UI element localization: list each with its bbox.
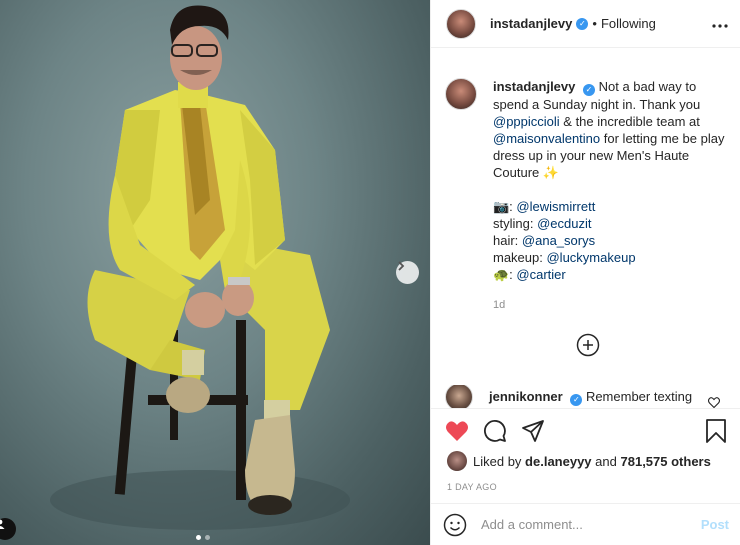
credit-handle-link[interactable]: @ana_sorys	[522, 233, 595, 248]
author-username[interactable]: instadanjlevy	[490, 16, 572, 31]
caption-time[interactable]: 1d	[493, 297, 729, 314]
carousel-dot	[205, 535, 210, 540]
likes-count[interactable]: 781,575 others	[621, 454, 711, 469]
heart-outline-icon	[707, 397, 721, 409]
commenter-username[interactable]: jennikonner	[489, 389, 563, 404]
heart-filled-icon	[446, 421, 468, 441]
credit-handle-link[interactable]: @ecduzit	[537, 216, 591, 231]
person-icon	[0, 519, 5, 529]
more-options-button[interactable]	[712, 15, 728, 33]
comment-icon	[484, 420, 506, 442]
separator-dot: •	[592, 16, 597, 31]
plus-circle-icon	[576, 333, 600, 357]
bookmark-icon	[706, 419, 726, 443]
caption-username[interactable]: instadanjlevy	[493, 79, 575, 94]
chevron-right-icon	[398, 261, 405, 271]
photo-credits: 📷: @lewismirrett styling: @ecduzit hair: @…	[493, 198, 729, 283]
comment-input[interactable]	[481, 517, 701, 532]
credit-line: makeup: @luckymakeup	[493, 249, 729, 266]
author-avatar[interactable]	[446, 8, 476, 39]
caption-author-avatar[interactable]	[445, 78, 477, 110]
next-slide-button[interactable]	[396, 261, 419, 284]
credit-label: 🐢:	[493, 267, 517, 282]
liker-avatar[interactable]	[447, 451, 467, 471]
credit-line: hair: @ana_sorys	[493, 232, 729, 249]
credit-line: styling: @ecduzit	[493, 215, 729, 232]
verified-badge-icon: ✓	[570, 393, 583, 406]
mention-link[interactable]: @maisonvalentino	[493, 131, 600, 146]
following-button[interactable]: Following	[601, 16, 656, 31]
credit-label: styling:	[493, 216, 538, 231]
caption-body: instadanjlevy ✓ Not a bad way to spend a…	[493, 78, 729, 314]
credit-label: makeup:	[493, 250, 547, 265]
commenter-avatar[interactable]	[445, 385, 473, 409]
carousel-indicator	[196, 535, 210, 540]
post-date[interactable]: 1 DAY AGO	[447, 482, 497, 492]
share-button[interactable]	[521, 419, 545, 443]
credit-label: hair:	[493, 233, 522, 248]
smiley-icon	[443, 513, 467, 536]
caption: instadanjlevy ✓ Not a bad way to spend a…	[445, 78, 729, 314]
save-button[interactable]	[705, 419, 727, 443]
post-side-panel: instadanjlevy ✓ • Following instadanjlev…	[430, 0, 740, 545]
verified-badge-icon: ✓	[583, 84, 595, 96]
likes-prefix: Liked by	[473, 453, 522, 469]
add-comment-bar: Post	[431, 503, 740, 545]
load-more-comments-button[interactable]	[576, 333, 600, 362]
like-button[interactable]	[445, 420, 469, 442]
mention-link[interactable]: @pppiccioli	[493, 114, 560, 129]
photo-illustration	[50, 5, 350, 530]
paper-plane-icon	[522, 420, 544, 442]
carousel-dot-active	[196, 535, 201, 540]
likes-summary: Liked by de.laneyyy and 781,575 others	[447, 451, 711, 471]
credit-handle-link[interactable]: @lewismirrett	[516, 199, 595, 214]
post-photo[interactable]	[0, 0, 430, 545]
credit-line: 📷: @lewismirrett	[493, 198, 729, 215]
comment-body: Remember texting	[585, 388, 693, 404]
post-comment-button[interactable]: Post	[701, 517, 729, 532]
likes-and: and	[595, 453, 617, 469]
post-header: instadanjlevy ✓ • Following	[431, 0, 740, 48]
emoji-button[interactable]	[443, 513, 467, 537]
comment-text: jennikonner ✓ Remember texting	[489, 389, 692, 406]
credit-handle-link[interactable]: @cartier	[516, 267, 565, 282]
caption-text: instadanjlevy ✓ Not a bad way to spend a…	[493, 78, 729, 181]
ellipsis-icon	[712, 23, 728, 28]
comment-button[interactable]	[483, 419, 507, 443]
caption-segment: & the incredible team at	[559, 114, 700, 129]
credit-handle-link[interactable]: @luckymakeup	[546, 250, 635, 265]
verified-badge-icon: ✓	[576, 17, 589, 30]
credit-line: 🐢: @cartier	[493, 266, 729, 283]
credit-label: 📷:	[493, 199, 517, 214]
post-actions-bar	[431, 408, 740, 453]
comment-item: jennikonner ✓ Remember texting	[445, 385, 729, 409]
liker-username[interactable]: de.laneyyy	[525, 454, 592, 469]
